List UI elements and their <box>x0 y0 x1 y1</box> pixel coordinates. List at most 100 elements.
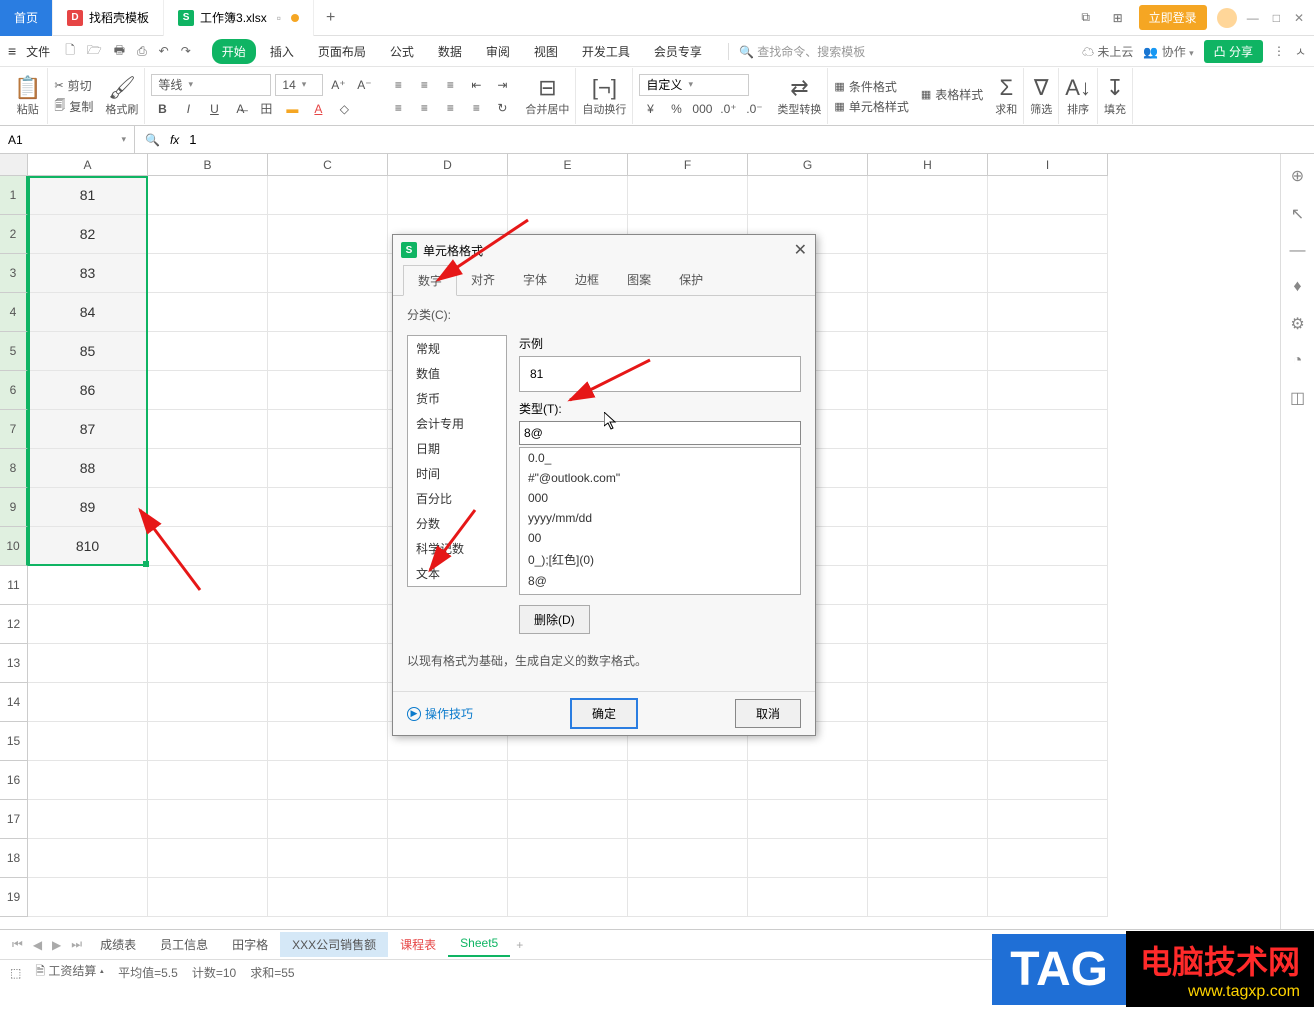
percent-icon[interactable]: % <box>665 99 687 119</box>
cell[interactable] <box>28 722 148 761</box>
cell[interactable] <box>988 488 1108 527</box>
select-all-corner[interactable] <box>0 154 28 176</box>
cell[interactable] <box>508 839 628 878</box>
cell[interactable] <box>988 839 1108 878</box>
condfmt-button[interactable]: ▦ 条件格式 <box>834 78 908 95</box>
cell[interactable] <box>148 254 268 293</box>
tab-menu-icon[interactable]: ▫ <box>273 11 285 25</box>
row-header[interactable]: 6 <box>0 371 28 410</box>
orientation-icon[interactable]: ↻ <box>491 98 513 118</box>
category-item[interactable]: 会计专用 <box>408 411 506 436</box>
clear-format-icon[interactable]: ◇ <box>333 99 355 119</box>
indent-dec-icon[interactable]: ⇤ <box>465 75 487 95</box>
row-header[interactable]: 14 <box>0 683 28 722</box>
inc-dec-icon[interactable]: .0⁺ <box>717 99 739 119</box>
sheet-nav-last[interactable]: ⏭ <box>67 937 86 952</box>
row-header[interactable]: 2 <box>0 215 28 254</box>
cell[interactable] <box>268 449 388 488</box>
menu-tab-4[interactable]: 数据 <box>428 39 472 64</box>
cell[interactable] <box>988 293 1108 332</box>
cell[interactable] <box>148 878 268 917</box>
cell[interactable] <box>28 566 148 605</box>
print-icon[interactable]: ⎙ <box>134 44 150 59</box>
cell[interactable] <box>868 254 988 293</box>
format-list[interactable]: 0.0_#"@outlook.com"000yyyy/mm/dd000_);[红… <box>519 447 801 595</box>
format-item[interactable]: 8@ <box>520 571 800 591</box>
login-button[interactable]: 立即登录 <box>1139 5 1207 30</box>
row-header[interactable]: 11 <box>0 566 28 605</box>
cell[interactable] <box>988 878 1108 917</box>
cell[interactable] <box>148 371 268 410</box>
cell[interactable] <box>148 488 268 527</box>
cell[interactable] <box>628 878 748 917</box>
row-header[interactable]: 16 <box>0 761 28 800</box>
cell[interactable] <box>868 644 988 683</box>
close-button[interactable]: ✕ <box>1294 11 1304 25</box>
cell[interactable] <box>268 215 388 254</box>
sp-backup-icon[interactable]: ◔ <box>1293 352 1303 370</box>
category-item[interactable]: 特殊 <box>408 586 506 587</box>
menu-tab-0[interactable]: 开始 <box>212 39 256 64</box>
cell[interactable] <box>988 449 1108 488</box>
cell[interactable] <box>28 683 148 722</box>
cell[interactable] <box>148 449 268 488</box>
dialog-tab-0[interactable]: 数字 <box>403 265 457 296</box>
cut-button[interactable]: ✂ 剪切 <box>54 77 93 94</box>
tab-template[interactable]: D找稻壳模板 <box>53 0 164 36</box>
format-item[interactable]: 00 <box>520 528 800 548</box>
menu-tab-8[interactable]: 会员专享 <box>644 39 712 64</box>
cell[interactable] <box>148 215 268 254</box>
cancel-button[interactable]: 取消 <box>735 699 801 728</box>
cell[interactable]: 89 <box>28 488 148 527</box>
sheet-tab-1[interactable]: 员工信息 <box>148 932 220 957</box>
align-bot-icon[interactable]: ≡ <box>439 75 461 95</box>
category-item[interactable]: 常规 <box>408 336 506 361</box>
cell[interactable] <box>268 878 388 917</box>
grow-font-icon[interactable]: A⁺ <box>327 75 349 95</box>
menu-tab-7[interactable]: 开发工具 <box>572 39 640 64</box>
menu-tab-2[interactable]: 页面布局 <box>308 39 376 64</box>
cellstyle-button[interactable]: ▦ 单元格样式 <box>834 98 908 115</box>
col-header[interactable]: D <box>388 154 508 176</box>
format-item[interactable]: #"@outlook.com" <box>520 468 800 488</box>
typeconv-button[interactable]: ⇄类型转换 <box>771 68 828 124</box>
bold-icon[interactable]: B <box>151 99 173 119</box>
cell[interactable]: 83 <box>28 254 148 293</box>
col-header[interactable]: B <box>148 154 268 176</box>
row-header[interactable]: 4 <box>0 293 28 332</box>
align-mid-icon[interactable]: ≡ <box>413 75 435 95</box>
status-calc[interactable]: 🗎 工资结算 ▴ <box>35 962 104 983</box>
menu-search[interactable]: 🔍 查找命令、搜索模板 <box>728 43 865 60</box>
numfmt-combo[interactable]: 自定义▾ <box>639 74 749 96</box>
cell[interactable] <box>148 761 268 800</box>
cell[interactable] <box>28 605 148 644</box>
align-right-icon[interactable]: ≡ <box>439 98 461 118</box>
border-icon[interactable]: 田 <box>255 99 277 119</box>
cloud-status[interactable]: ☁ 未上云 <box>1082 43 1133 60</box>
row-header[interactable]: 7 <box>0 410 28 449</box>
cell[interactable] <box>268 410 388 449</box>
delete-button[interactable]: 删除(D) <box>519 605 590 634</box>
category-item[interactable]: 科学记数 <box>408 536 506 561</box>
cell[interactable] <box>748 800 868 839</box>
cell[interactable] <box>868 839 988 878</box>
category-item[interactable]: 日期 <box>408 436 506 461</box>
sheet-tab-0[interactable]: 成绩表 <box>88 932 148 957</box>
cell[interactable] <box>988 254 1108 293</box>
sheet-tab-3[interactable]: XXX公司销售额 <box>280 932 388 957</box>
cell[interactable] <box>868 527 988 566</box>
open-icon[interactable]: 🗁 <box>84 41 105 62</box>
cell[interactable] <box>748 761 868 800</box>
fx-icon[interactable]: fx <box>170 133 179 147</box>
minimize-button[interactable]: — <box>1247 11 1259 25</box>
cell[interactable] <box>148 293 268 332</box>
cell[interactable] <box>268 488 388 527</box>
sheet-tab-4[interactable]: 课程表 <box>388 932 448 957</box>
cell[interactable]: 88 <box>28 449 148 488</box>
dialog-tab-4[interactable]: 图案 <box>613 265 665 295</box>
copy-button[interactable]: 🗐 复制 <box>54 97 93 116</box>
cell[interactable] <box>868 722 988 761</box>
cell[interactable] <box>388 176 508 215</box>
category-list[interactable]: 常规数值货币会计专用日期时间百分比分数科学记数文本特殊自定义 <box>407 335 507 587</box>
col-header[interactable]: H <box>868 154 988 176</box>
